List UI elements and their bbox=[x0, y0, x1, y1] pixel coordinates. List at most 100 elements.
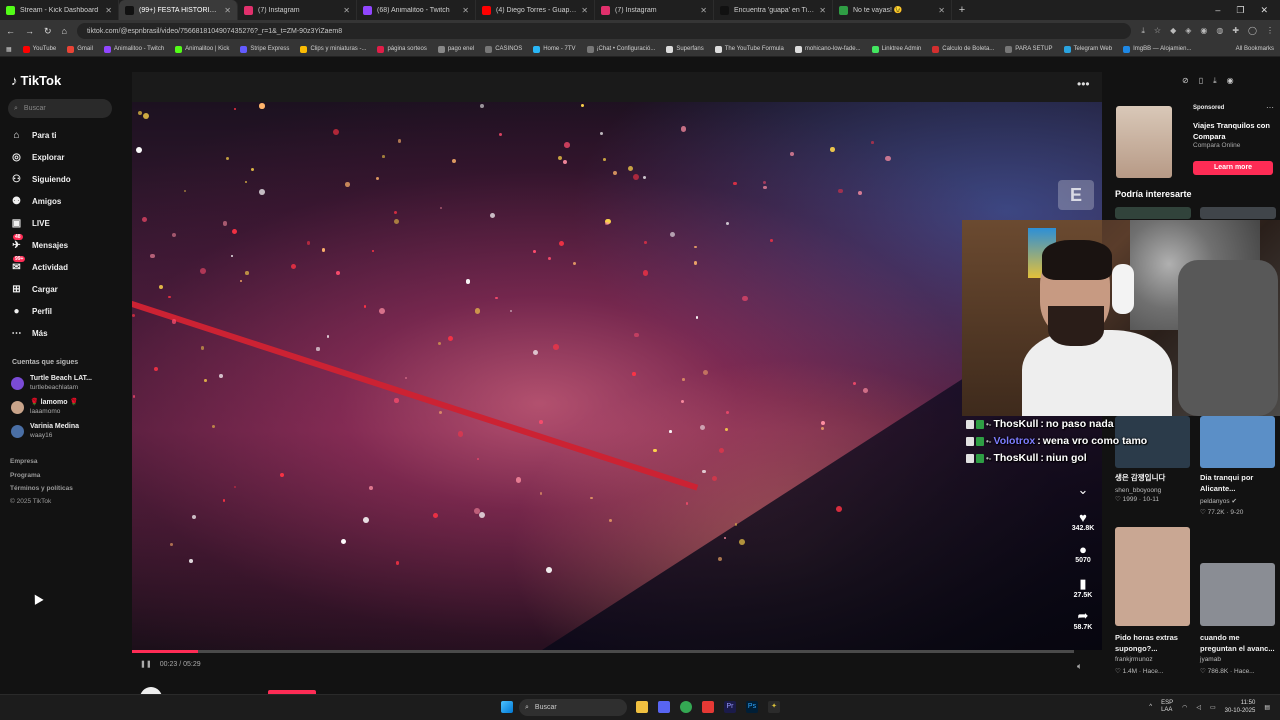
sidebar-item-siguiendo[interactable]: ⚇ Siguiendo bbox=[10, 173, 71, 186]
browser-tab[interactable]: (68) Animalitoo - Twitch ✕ bbox=[357, 0, 476, 20]
tiktok-logo[interactable]: ♪ TikTok bbox=[11, 73, 61, 88]
bookmark-item[interactable]: Animalitoo | Kick bbox=[175, 45, 229, 53]
bookmark-item[interactable]: Gmail bbox=[67, 45, 93, 53]
compass-icon[interactable]: ⊘ bbox=[1182, 76, 1189, 86]
bookmark-item[interactable]: Animalitoo - Twitch bbox=[103, 45, 164, 53]
kebab-menu-icon[interactable]: ⋮ bbox=[1266, 26, 1274, 36]
close-icon[interactable]: ✕ bbox=[224, 6, 231, 15]
footer-link[interactable]: Empresa bbox=[10, 458, 37, 465]
taskbar-search[interactable]: ⌕ Buscar bbox=[519, 699, 627, 716]
sidebar-item-amigos[interactable]: ⚉ Amigos bbox=[10, 195, 61, 208]
extension-icon[interactable]: ◆ bbox=[1170, 26, 1176, 36]
suggest-thumbnail[interactable] bbox=[1200, 207, 1276, 219]
sidebar-item-cargar[interactable]: ⊞ Cargar bbox=[10, 283, 58, 296]
forward-icon[interactable]: → bbox=[25, 26, 34, 36]
suggest-title-text[interactable]: Dia tranqui por Alicante... bbox=[1200, 472, 1276, 494]
profile-avatar-icon[interactable]: ◯ bbox=[1248, 26, 1257, 36]
bookmark-item[interactable]: Stripe Express bbox=[240, 45, 289, 53]
ad-thumbnail[interactable] bbox=[1116, 106, 1172, 178]
bookmark-item[interactable]: mohicano-low-fade... bbox=[794, 45, 861, 53]
new-tab-button[interactable]: + bbox=[952, 4, 972, 16]
apps-grid-icon[interactable]: ▦ bbox=[6, 46, 12, 53]
browser-tab[interactable]: Stream - Kick Dashboard ✕ bbox=[0, 0, 119, 20]
like-button[interactable]: ♥ 342.8K bbox=[1068, 510, 1098, 532]
bookmark-item[interactable]: Calculo de Boleta... bbox=[932, 45, 994, 53]
battery-icon[interactable]: ▭ bbox=[1210, 704, 1216, 711]
language-indicator[interactable]: ESP LAA bbox=[1161, 700, 1173, 714]
suggest-thumbnail[interactable] bbox=[1200, 416, 1275, 468]
phone-icon[interactable]: ▯ bbox=[1199, 76, 1203, 86]
bookmark-item[interactable]: Telegram Web bbox=[1063, 45, 1112, 53]
sidebar-item-mensajes[interactable]: 48 ✈ Mensajes bbox=[10, 234, 68, 252]
suggest-user[interactable]: jyamab bbox=[1200, 656, 1221, 663]
pause-icon[interactable]: ❚❚ bbox=[140, 660, 152, 668]
ad-title[interactable]: Viajes Tranquilos con Compara bbox=[1193, 120, 1273, 142]
bookmark-item[interactable]: Home - 7TV bbox=[533, 45, 576, 53]
suggest-title-text[interactable]: 생은 감쟁입니다 bbox=[1115, 472, 1191, 483]
share-button[interactable]: ➦ 58.7K bbox=[1068, 608, 1098, 631]
video-progress[interactable] bbox=[132, 650, 1074, 653]
suggest-user[interactable]: frankjrmunoz bbox=[1115, 656, 1153, 663]
bookmark-item[interactable]: pago enel bbox=[437, 45, 474, 53]
ad-learn-more-button[interactable]: Learn more bbox=[1193, 161, 1273, 175]
photoshop-icon[interactable]: Ps bbox=[746, 701, 758, 713]
maximize-icon[interactable]: ❐ bbox=[1236, 5, 1244, 16]
bookmark-button[interactable]: ▮ 27.5K bbox=[1068, 576, 1098, 599]
browser-tab[interactable]: (7) Instagram ✕ bbox=[595, 0, 714, 20]
reload-icon[interactable]: ↻ bbox=[44, 26, 52, 37]
app-icon[interactable] bbox=[702, 701, 714, 713]
suggest-title-text[interactable]: cuando me preguntan el avanc... bbox=[1200, 632, 1276, 654]
suggest-user[interactable]: shen_bboyoong bbox=[1115, 487, 1161, 494]
following-item[interactable]: 🌹 lamomo 🌹 laaamomo bbox=[11, 398, 78, 416]
sidebar-item-perfil[interactable]: ● Perfil bbox=[10, 305, 52, 318]
bookmark-item[interactable]: PARA SETUP bbox=[1005, 45, 1053, 53]
close-icon[interactable]: ✕ bbox=[462, 6, 469, 15]
sidebar-item-actividad[interactable]: 99+ ✉ Actividad bbox=[10, 256, 68, 274]
browser-tab[interactable]: No te vayas! 😉 ✕ bbox=[833, 0, 952, 20]
browser-tab[interactable]: Encuentra 'guapa' en TikTok | B ✕ bbox=[714, 0, 833, 20]
back-icon[interactable]: ← bbox=[6, 26, 15, 36]
file-explorer-icon[interactable] bbox=[636, 701, 648, 713]
bookmark-item[interactable]: ImgBB — Alojamien... bbox=[1123, 45, 1191, 53]
extension-icon[interactable]: ◈ bbox=[1185, 26, 1191, 36]
close-icon[interactable]: ✕ bbox=[105, 6, 112, 15]
windows-start-icon[interactable] bbox=[501, 701, 513, 713]
video-player[interactable]: E bbox=[132, 102, 1102, 650]
wifi-icon[interactable]: ◠ bbox=[1182, 704, 1187, 711]
following-item[interactable]: Turtle Beach LAT... turtlebeachlatam bbox=[11, 374, 92, 392]
close-icon[interactable]: ✕ bbox=[819, 6, 826, 15]
premiere-icon[interactable]: Pr bbox=[724, 701, 736, 713]
close-icon[interactable]: ✕ bbox=[938, 6, 945, 15]
suggest-thumbnail[interactable] bbox=[1115, 527, 1190, 626]
close-icon[interactable]: ✕ bbox=[700, 6, 707, 15]
footer-link[interactable]: Programa bbox=[10, 472, 40, 479]
all-bookmarks-button[interactable]: All Bookmarks bbox=[1236, 46, 1274, 52]
chrome-icon[interactable] bbox=[680, 701, 692, 713]
home-icon[interactable]: ⌂ bbox=[62, 26, 67, 36]
download-icon[interactable]: ⤓ bbox=[1213, 76, 1217, 86]
bookmark-item[interactable]: ¡Chat • Configuració... bbox=[586, 45, 655, 53]
suggest-thumbnail[interactable] bbox=[1115, 207, 1191, 219]
user-avatar-icon[interactable]: ◉ bbox=[1227, 76, 1234, 86]
extension-icon[interactable]: ◍ bbox=[1216, 26, 1223, 36]
close-window-icon[interactable]: ✕ bbox=[1260, 5, 1268, 16]
scroll-down-button[interactable]: ⌄ bbox=[1068, 482, 1098, 498]
url-field[interactable]: tiktok.com/@espnbrasil/video/75668181049… bbox=[76, 23, 1132, 39]
discord-icon[interactable] bbox=[658, 701, 670, 713]
close-icon[interactable]: ✕ bbox=[343, 6, 350, 15]
notification-icon[interactable]: ▤ bbox=[1264, 704, 1270, 711]
ad-more-icon[interactable]: ⋯ bbox=[1266, 103, 1274, 112]
speaker-icon[interactable]: ◁ bbox=[1196, 704, 1201, 711]
volume-icon[interactable]: 🔈︎ bbox=[1077, 661, 1082, 672]
browser-tab[interactable]: (99+) FESTA HISTÓRICA do ✕ bbox=[119, 0, 238, 20]
close-icon[interactable]: ✕ bbox=[581, 6, 588, 15]
bookmark-item[interactable]: Superfans bbox=[666, 45, 704, 53]
bookmark-item[interactable]: Linktree Admin bbox=[871, 45, 921, 53]
chevron-up-icon[interactable]: ^ bbox=[1149, 704, 1152, 710]
browser-tab[interactable]: (4) Diego Torres - Guapa - You ✕ bbox=[476, 0, 595, 20]
suggest-title-text[interactable]: Pido horas extras supongo?... bbox=[1115, 632, 1191, 654]
sidebar-item-m-s[interactable]: ⋯ Más bbox=[10, 327, 48, 340]
footer-link[interactable]: Términos y políticas bbox=[10, 485, 73, 492]
browser-tab[interactable]: (7) Instagram ✕ bbox=[238, 0, 357, 20]
bookmark-star-icon[interactable]: ☆ bbox=[1154, 26, 1161, 36]
